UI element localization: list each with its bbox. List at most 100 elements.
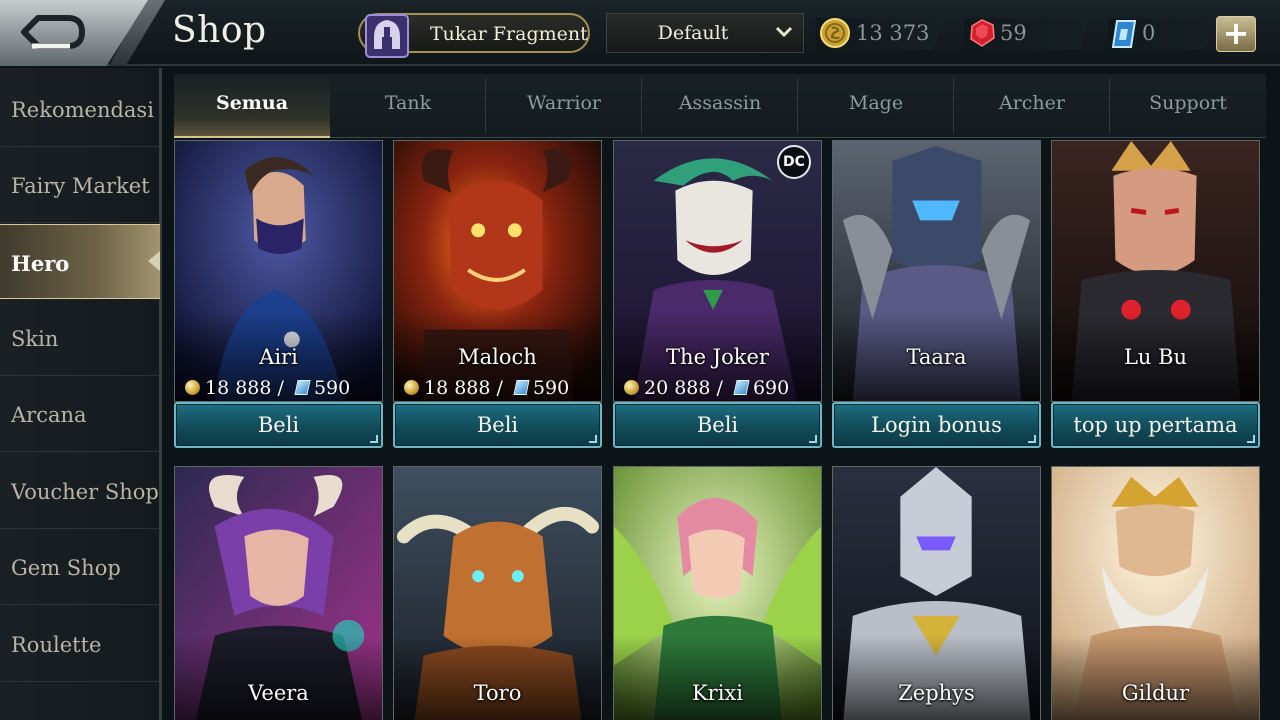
hero-card-veera[interactable]: Veera bbox=[174, 466, 383, 720]
sidebar-item-label: Arcana bbox=[11, 403, 87, 427]
portrait-shade bbox=[1052, 635, 1259, 720]
dc-badge: DC bbox=[777, 145, 811, 179]
hero-name: Lu Bu bbox=[1123, 345, 1188, 369]
sidebar-item-label: Skin bbox=[11, 327, 59, 351]
button-corner-decoration bbox=[1247, 435, 1255, 443]
gold-price: 18 888 / bbox=[424, 377, 503, 399]
hero-grid: Airi 18 888 / 590 Maloch 18 888 / 590 DC T… bbox=[174, 140, 1266, 720]
voucher-price: 590 bbox=[313, 377, 351, 399]
hero-name: Airi bbox=[259, 345, 298, 369]
role-filter-tabs: Semua Tank Warrior Assassin Mage Archer … bbox=[174, 74, 1266, 138]
buy-button-the-joker[interactable]: Beli bbox=[613, 402, 822, 448]
tab-label: Warrior bbox=[527, 92, 601, 114]
gold-balance: 13 373 bbox=[816, 18, 942, 50]
preset-dropdown-value: Default bbox=[657, 22, 729, 44]
buy-button-airi[interactable]: Beli bbox=[174, 402, 383, 448]
portrait-shade bbox=[175, 635, 382, 720]
login-bonus-button-taara[interactable]: Login bonus bbox=[832, 402, 1041, 448]
top-bar: Shop Tukar Fragment Default 13 373 59 0 … bbox=[0, 0, 1280, 66]
gold-price: 18 888 / bbox=[205, 377, 284, 399]
hero-card-gildur[interactable]: Gildur bbox=[1051, 466, 1260, 720]
hero-card-taara[interactable]: Taara bbox=[832, 140, 1041, 402]
hero-name: Gildur bbox=[1121, 681, 1190, 705]
sidebar-item-label: Roulette bbox=[11, 633, 102, 657]
hero-card-the-joker[interactable]: DC The Joker 20 888 / 690 bbox=[613, 140, 822, 402]
first-top-up-button-lu-bu[interactable]: top up pertama bbox=[1051, 402, 1260, 448]
tab-warrior[interactable]: Warrior bbox=[486, 74, 642, 138]
hero-card-airi[interactable]: Airi 18 888 / 590 bbox=[174, 140, 383, 402]
helmet-icon bbox=[365, 14, 409, 58]
exchange-fragment-button[interactable]: Tukar Fragment bbox=[358, 13, 590, 58]
buy-button-maloch[interactable]: Beli bbox=[393, 402, 602, 448]
buy-button-label: Beli bbox=[476, 413, 519, 437]
buy-button-label: Beli bbox=[257, 413, 300, 437]
button-corner-decoration bbox=[370, 435, 378, 443]
page-title: Shop bbox=[172, 10, 267, 51]
tab-label: Semua bbox=[215, 92, 289, 114]
hero-name: Taara bbox=[906, 345, 967, 369]
sidebar-item-rekomendasi[interactable]: Rekomendasi bbox=[0, 72, 160, 147]
gold-coin-icon bbox=[404, 380, 419, 395]
gold-coin-icon bbox=[624, 380, 639, 395]
hero-card-maloch[interactable]: Maloch 18 888 / 590 bbox=[393, 140, 602, 402]
hero-card-krixi[interactable]: Krixi bbox=[613, 466, 822, 720]
tab-mage[interactable]: Mage bbox=[798, 74, 954, 138]
sidebar-item-gem-shop[interactable]: Gem Shop bbox=[0, 530, 160, 605]
hero-price: 20 888 / 690 bbox=[624, 377, 789, 399]
portrait-shade bbox=[394, 635, 601, 720]
sidebar-item-voucher-shop[interactable]: Voucher Shop bbox=[0, 454, 160, 529]
voucher-price: 590 bbox=[532, 377, 570, 399]
hero-name: Krixi bbox=[691, 681, 743, 705]
hero-card-zephys[interactable]: Zephys bbox=[832, 466, 1041, 720]
voucher-balance: 0 bbox=[1108, 18, 1212, 50]
hero-price: 18 888 / 590 bbox=[185, 377, 350, 399]
sidebar-item-skin[interactable]: Skin bbox=[0, 301, 160, 376]
button-corner-decoration bbox=[1028, 435, 1036, 443]
tab-assassin[interactable]: Assassin bbox=[642, 74, 798, 138]
button-corner-decoration bbox=[589, 435, 597, 443]
buy-button-label: Beli bbox=[696, 413, 739, 437]
tab-label: Archer bbox=[998, 92, 1065, 114]
tab-label: Tank bbox=[384, 92, 432, 114]
portrait-shade bbox=[614, 635, 821, 720]
hero-name: Maloch bbox=[458, 345, 537, 369]
sidebar-item-roulette[interactable]: Roulette bbox=[0, 607, 160, 682]
voucher-price: 690 bbox=[752, 377, 790, 399]
gem-balance: 59 bbox=[964, 18, 1088, 50]
tab-semua[interactable]: Semua bbox=[174, 74, 330, 138]
voucher-icon bbox=[513, 380, 530, 395]
hero-card-toro[interactable]: Toro bbox=[393, 466, 602, 720]
hero-card-lu-bu[interactable]: Lu Bu bbox=[1051, 140, 1260, 402]
tab-archer[interactable]: Archer bbox=[954, 74, 1110, 138]
hero-name: Veera bbox=[248, 681, 309, 705]
ruby-gem-icon bbox=[970, 19, 995, 47]
exchange-fragment-label: Tukar Fragment bbox=[430, 23, 588, 45]
sidebar-item-label: Voucher Shop bbox=[11, 480, 159, 504]
tab-label: Mage bbox=[848, 92, 904, 114]
hero-name: Zephys bbox=[898, 681, 975, 705]
voucher-icon bbox=[1111, 20, 1137, 48]
hero-name: Toro bbox=[473, 681, 522, 705]
tab-label: Assassin bbox=[678, 92, 762, 114]
back-arrow-icon bbox=[21, 15, 85, 49]
hero-price: 18 888 / 590 bbox=[404, 377, 569, 399]
tab-label: Support bbox=[1149, 92, 1227, 114]
button-corner-decoration bbox=[809, 435, 817, 443]
hero-name: The Joker bbox=[666, 345, 769, 369]
chevron-down-icon bbox=[775, 26, 793, 38]
top-up-button[interactable]: + bbox=[1216, 14, 1256, 52]
preset-dropdown[interactable]: Default bbox=[606, 13, 804, 53]
active-indicator-arrow-icon bbox=[148, 251, 160, 271]
gem-amount: 59 bbox=[1000, 21, 1027, 45]
sidebar-item-hero[interactable]: Hero bbox=[0, 224, 160, 299]
tab-tank[interactable]: Tank bbox=[330, 74, 486, 138]
voucher-icon bbox=[733, 380, 750, 395]
sidebar-item-label: Fairy Market bbox=[11, 174, 150, 198]
buy-button-label: Login bonus bbox=[871, 413, 1002, 437]
sidebar-item-fairy-market[interactable]: Fairy Market bbox=[0, 148, 160, 223]
tab-support[interactable]: Support bbox=[1110, 74, 1266, 138]
sidebar-item-label: Hero bbox=[11, 251, 70, 276]
shop-sidebar: Rekomendasi Fairy Market Hero Skin Arcan… bbox=[0, 68, 162, 720]
sidebar-item-arcana[interactable]: Arcana bbox=[0, 377, 160, 452]
gold-price: 20 888 / bbox=[644, 377, 723, 399]
